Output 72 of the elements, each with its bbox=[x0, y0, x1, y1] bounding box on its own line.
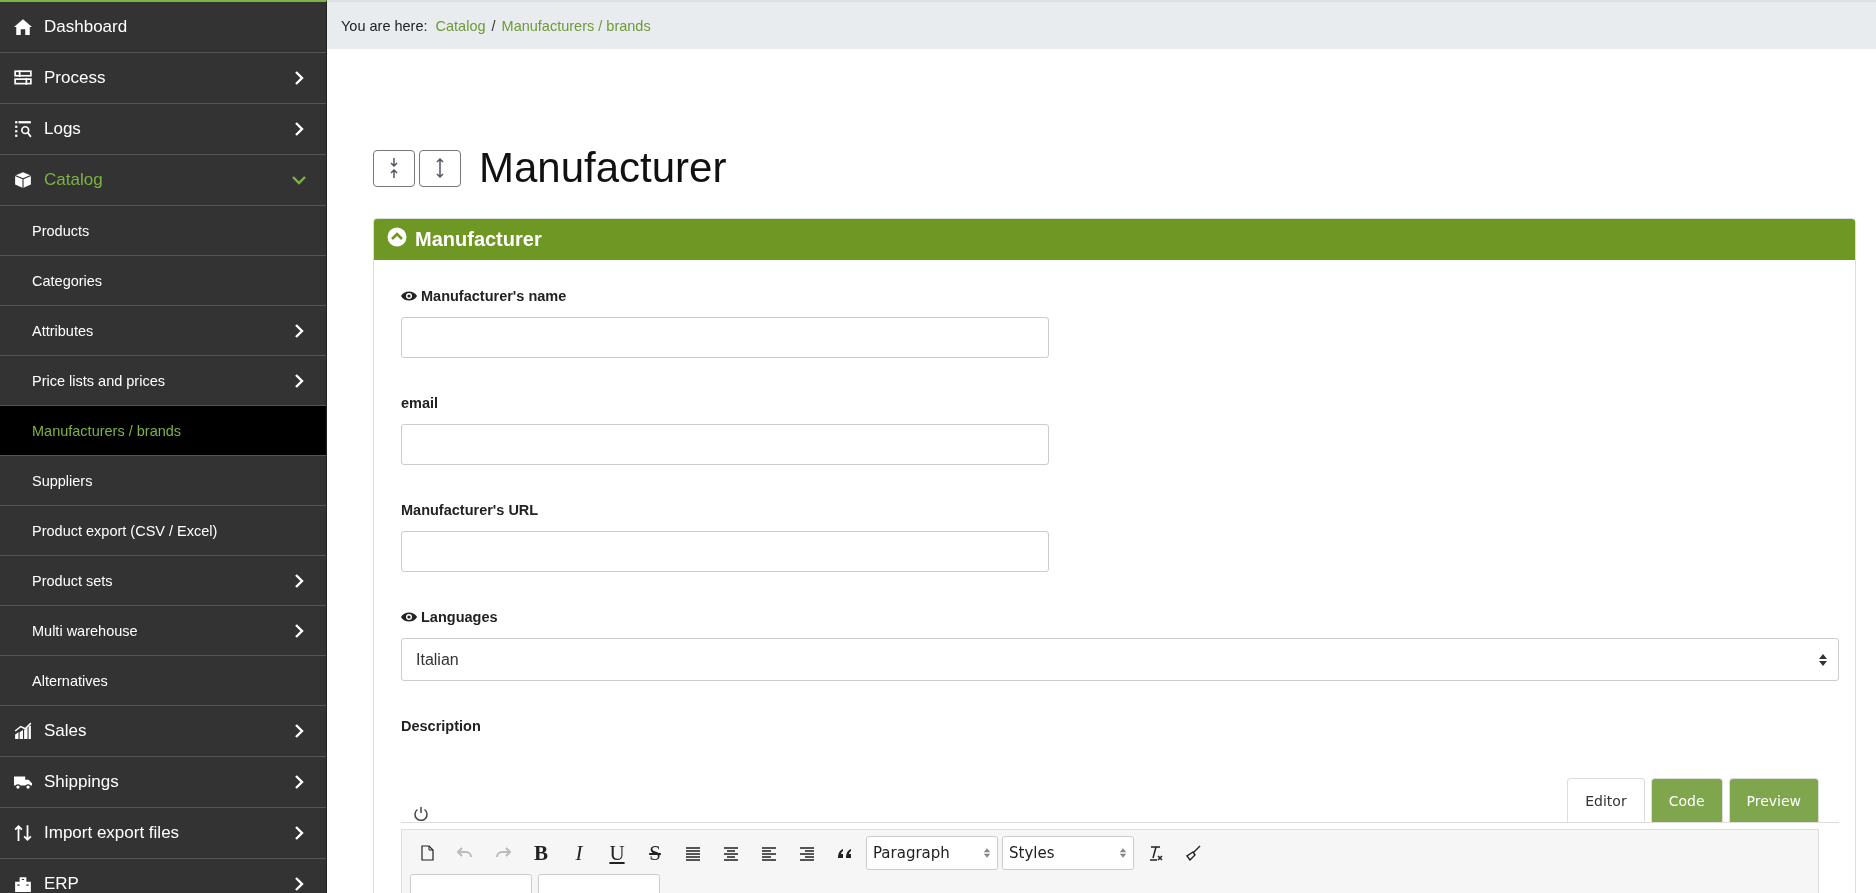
power-icon[interactable] bbox=[413, 806, 429, 822]
sidebar-item[interactable]: Logs bbox=[0, 104, 326, 155]
breadcrumb-label: You are here: bbox=[341, 17, 428, 34]
sidebar-item[interactable]: Shippings bbox=[0, 757, 326, 808]
toolbar-button[interactable]: U bbox=[600, 837, 634, 869]
chevron-right-icon bbox=[292, 724, 306, 738]
field-label: Description bbox=[401, 718, 481, 734]
document-icon bbox=[419, 845, 435, 861]
sort-arrows-icon bbox=[983, 847, 991, 859]
breadcrumb-separator: / bbox=[490, 17, 497, 34]
collapse-all-button[interactable] bbox=[373, 149, 415, 187]
sliders-icon bbox=[14, 69, 32, 87]
format-select[interactable]: Styles bbox=[1002, 836, 1134, 870]
sidebar-subitem[interactable]: Products bbox=[0, 206, 326, 256]
collapse-arrows-icon bbox=[389, 157, 399, 179]
sidebar-subitem[interactable]: Alternatives bbox=[0, 656, 326, 706]
expand-all-button[interactable] bbox=[419, 149, 461, 187]
language-select[interactable]: Italian bbox=[401, 638, 1839, 681]
format-select[interactable]: Paragraph bbox=[866, 836, 998, 870]
eye-icon bbox=[401, 290, 417, 302]
toolbar-button[interactable]: S bbox=[638, 837, 672, 869]
sidebar-item[interactable]: Import export files bbox=[0, 808, 326, 859]
field-label: Languages bbox=[421, 609, 498, 625]
chevron-right-icon bbox=[292, 877, 306, 891]
sidebar-item[interactable]: Sales bbox=[0, 706, 326, 757]
list-search-icon bbox=[14, 120, 32, 138]
chevron-right-icon bbox=[292, 573, 306, 588]
chevron-right-icon bbox=[292, 323, 306, 338]
expand-arrows-icon bbox=[435, 157, 445, 179]
chevron-right-icon bbox=[292, 71, 306, 85]
text-input[interactable] bbox=[401, 531, 1049, 572]
align-right-icon bbox=[799, 845, 815, 861]
sidebar-subitem[interactable]: Manufacturers / brands bbox=[0, 406, 326, 456]
sidebar-subitem[interactable]: Categories bbox=[0, 256, 326, 306]
cube-icon bbox=[14, 171, 32, 189]
sidebar-item[interactable]: Dashboard bbox=[0, 2, 326, 53]
chevron-right-icon bbox=[292, 122, 306, 136]
align-center-icon bbox=[723, 845, 739, 861]
align-justify-icon bbox=[685, 845, 701, 861]
sidebar-subitem[interactable]: Product export (CSV / Excel) bbox=[0, 506, 326, 556]
sidebar-item[interactable]: Process bbox=[0, 53, 326, 104]
up-down-arrows-icon bbox=[14, 824, 32, 842]
field-label: Manufacturer's URL bbox=[401, 502, 539, 518]
sidebar-item[interactable]: Catalog bbox=[0, 155, 326, 206]
text-input[interactable] bbox=[401, 424, 1049, 465]
text-input[interactable] bbox=[401, 317, 1049, 358]
chevron-up-circle-icon bbox=[387, 227, 407, 247]
chart-icon bbox=[14, 722, 32, 740]
chevron-right-icon bbox=[292, 826, 306, 840]
home-icon bbox=[14, 18, 32, 36]
clear-format-icon bbox=[1147, 845, 1163, 861]
sidebar-item[interactable]: ERP bbox=[0, 859, 326, 893]
sidebar-subitem[interactable]: Suppliers bbox=[0, 456, 326, 506]
sidebar-subitem[interactable]: Multi warehouse bbox=[0, 606, 326, 656]
sidebar-subitem[interactable]: Attributes bbox=[0, 306, 326, 356]
sidebar-subitem[interactable]: Product sets bbox=[0, 556, 326, 606]
toolbar-button[interactable]: B bbox=[524, 837, 558, 869]
field-label: Manufacturer's name bbox=[421, 288, 567, 304]
sort-arrows-icon bbox=[1818, 652, 1828, 667]
eye-icon bbox=[401, 611, 417, 623]
chevron-right-icon bbox=[292, 775, 306, 789]
chevron-down-icon bbox=[292, 173, 306, 187]
chevron-right-icon bbox=[292, 373, 306, 388]
chevron-right-icon bbox=[292, 623, 306, 638]
brush-icon bbox=[1185, 845, 1201, 861]
page-title: Manufacturer bbox=[479, 144, 727, 192]
sort-arrows-icon bbox=[1119, 847, 1127, 859]
align-left-icon bbox=[761, 845, 777, 861]
field-label: email bbox=[401, 395, 439, 411]
toolbar-button[interactable]: I bbox=[562, 837, 596, 869]
editor-tab[interactable]: Editor bbox=[1567, 778, 1645, 822]
truck-icon bbox=[14, 773, 32, 791]
